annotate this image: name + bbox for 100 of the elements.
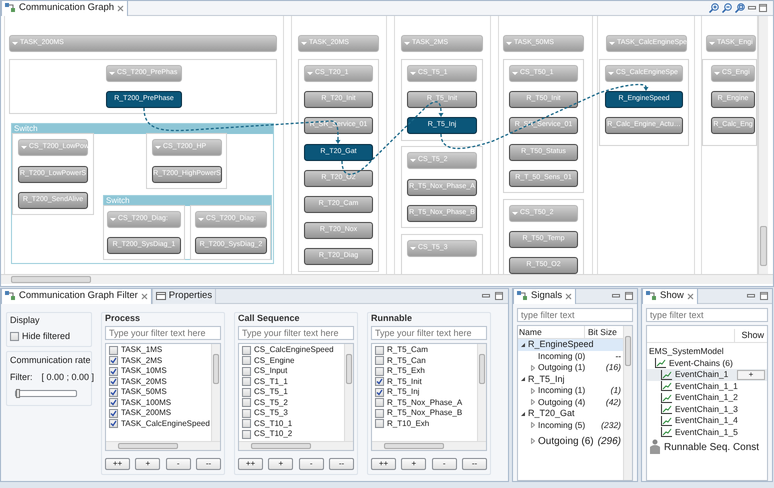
scrollbar[interactable] [477, 344, 486, 442]
checkbox[interactable] [109, 377, 118, 386]
tree-row[interactable]: EMS_SystemModel [647, 346, 767, 358]
list-item[interactable]: CS_Engine [254, 354, 294, 367]
filter-field[interactable]: Type your filter text here [105, 326, 221, 340]
tree-row[interactable]: EventChain_1_5 [647, 426, 767, 438]
hide-filtered-checkbox[interactable]: Hide filtered [10, 330, 88, 343]
filter-button[interactable]: - [298, 458, 324, 470]
filter-field[interactable]: Type your filter text here [371, 326, 487, 340]
close-icon[interactable] [117, 4, 124, 12]
scrollbar[interactable] [211, 344, 220, 442]
scrollbar[interactable] [344, 344, 353, 442]
view-tab[interactable]: Show [642, 289, 698, 304]
tree-row[interactable]: R_EngineSpeed [518, 339, 623, 350]
checkbox[interactable] [375, 366, 384, 376]
collapsed-arrow-icon[interactable] [530, 399, 536, 406]
checkbox[interactable] [375, 408, 384, 418]
filter-field[interactable]: Type your filter text here [238, 326, 354, 340]
zoom-in-icon[interactable] [709, 3, 719, 13]
checkbox[interactable] [242, 377, 251, 386]
tree-row[interactable]: Incoming (1) (1) [518, 385, 623, 396]
list-item[interactable]: CS_T1_1 [254, 376, 288, 388]
tree-row[interactable]: Outgoing (1) (16) [518, 362, 623, 374]
list-item[interactable]: TASK_1MS [121, 344, 162, 356]
scrollbar-thumb[interactable] [760, 226, 767, 266]
checkbox[interactable] [242, 430, 251, 439]
minimize-icon[interactable] [747, 293, 755, 299]
scrollbar-thumb[interactable] [11, 276, 91, 283]
checkbox[interactable] [109, 408, 118, 418]
tree-row[interactable]: Outgoing (4) (42) [518, 396, 623, 408]
checkbox[interactable] [109, 356, 118, 366]
close-icon[interactable] [686, 292, 694, 300]
zoom-fit-icon[interactable] [735, 3, 745, 13]
checkbox[interactable] [375, 377, 384, 386]
maximize-icon[interactable] [625, 292, 633, 300]
list-item[interactable]: CS_T5_2 [254, 396, 288, 409]
scrollbar[interactable] [1, 274, 773, 284]
scrollbar-thumb[interactable] [251, 443, 311, 449]
scrollbar-thumb[interactable] [346, 354, 352, 384]
close-icon[interactable] [565, 292, 572, 300]
view-tab[interactable]: Communication Graph Filter [1, 289, 152, 304]
list-item[interactable]: R_T5_Can [387, 354, 426, 367]
filter-field[interactable]: type filter text [517, 308, 633, 322]
minimize-icon[interactable] [482, 293, 490, 299]
list-item[interactable]: TASK_CalcEngineSpeed [121, 418, 210, 430]
add-button[interactable]: + [737, 370, 765, 380]
checkbox[interactable] [375, 388, 384, 397]
view-tab[interactable]: Signals [513, 289, 576, 304]
checkbox[interactable] [242, 366, 251, 376]
checkbox[interactable] [375, 398, 384, 408]
tree-row[interactable]: Incoming (0) -- [518, 350, 623, 362]
filter-button[interactable]: -- [462, 458, 487, 470]
list-item[interactable]: R_T5_Nox_Phase_B [387, 407, 462, 420]
list-item[interactable]: TASK_100MS [121, 396, 172, 409]
collapsed-arrow-icon[interactable] [530, 364, 536, 371]
tree-row[interactable]: Outgoing (6) (296) [518, 431, 623, 451]
checkbox[interactable] [10, 332, 19, 341]
slider-thumb[interactable] [16, 389, 20, 398]
tree-row[interactable]: EventChain_1_2 [647, 392, 767, 404]
scrollbar[interactable] [372, 441, 486, 450]
collapsed-arrow-icon[interactable] [530, 438, 536, 444]
scrollbar-thumb[interactable] [118, 443, 178, 449]
checkbox[interactable] [242, 398, 251, 408]
list-item[interactable]: R_T5_Nox_Phase_A [387, 396, 462, 409]
expanded-arrow-icon[interactable] [520, 342, 526, 348]
list-item[interactable]: R_T5_Cam [387, 344, 428, 356]
tree-row[interactable]: EventChain_1_1 [647, 380, 767, 392]
list-item[interactable]: TASK_10MS [121, 365, 167, 378]
filter-button[interactable]: + [268, 458, 294, 470]
filter-button[interactable]: -- [196, 458, 221, 470]
checkbox[interactable] [109, 388, 118, 397]
tree-row[interactable]: Runnable Seq. Const [647, 438, 767, 456]
list-item[interactable]: TASK_200MS [121, 407, 172, 420]
column-header[interactable]: Show [734, 328, 767, 342]
view-tab[interactable]: Properties [152, 289, 216, 304]
maximize-icon[interactable] [495, 292, 503, 300]
filter-button[interactable]: ++ [238, 458, 263, 470]
maximize-icon[interactable] [760, 292, 768, 300]
tree-row[interactable]: EventChain_1_3 [647, 404, 767, 415]
filter-button[interactable]: + [401, 458, 426, 470]
filter-field[interactable]: type filter text [646, 308, 768, 322]
checkbox[interactable] [242, 408, 251, 418]
filter-button[interactable]: - [432, 458, 457, 470]
list-item[interactable]: TASK_50MS [121, 386, 167, 398]
list-item[interactable]: CS_T5_1 [254, 386, 288, 398]
tree-row[interactable]: EventChain_1 + [647, 369, 767, 380]
scrollbar-thumb[interactable] [479, 354, 485, 384]
list-item[interactable]: CS_Input [254, 365, 288, 378]
zoom-out-icon[interactable] [722, 3, 732, 13]
checkbox[interactable] [109, 346, 118, 355]
checkbox[interactable] [242, 388, 251, 397]
list-item[interactable]: R_T5_Exh [387, 365, 425, 378]
filter-button[interactable]: ++ [371, 458, 396, 470]
column-header[interactable]: Bit Size [585, 326, 623, 338]
checkbox[interactable] [242, 346, 251, 355]
checkbox[interactable] [109, 366, 118, 376]
list-item[interactable]: R_T5_Inj [387, 386, 420, 398]
tree-row[interactable]: R_T20_Gat [518, 408, 623, 420]
collapsed-arrow-icon[interactable] [530, 422, 536, 428]
scrollbar[interactable] [758, 16, 768, 274]
